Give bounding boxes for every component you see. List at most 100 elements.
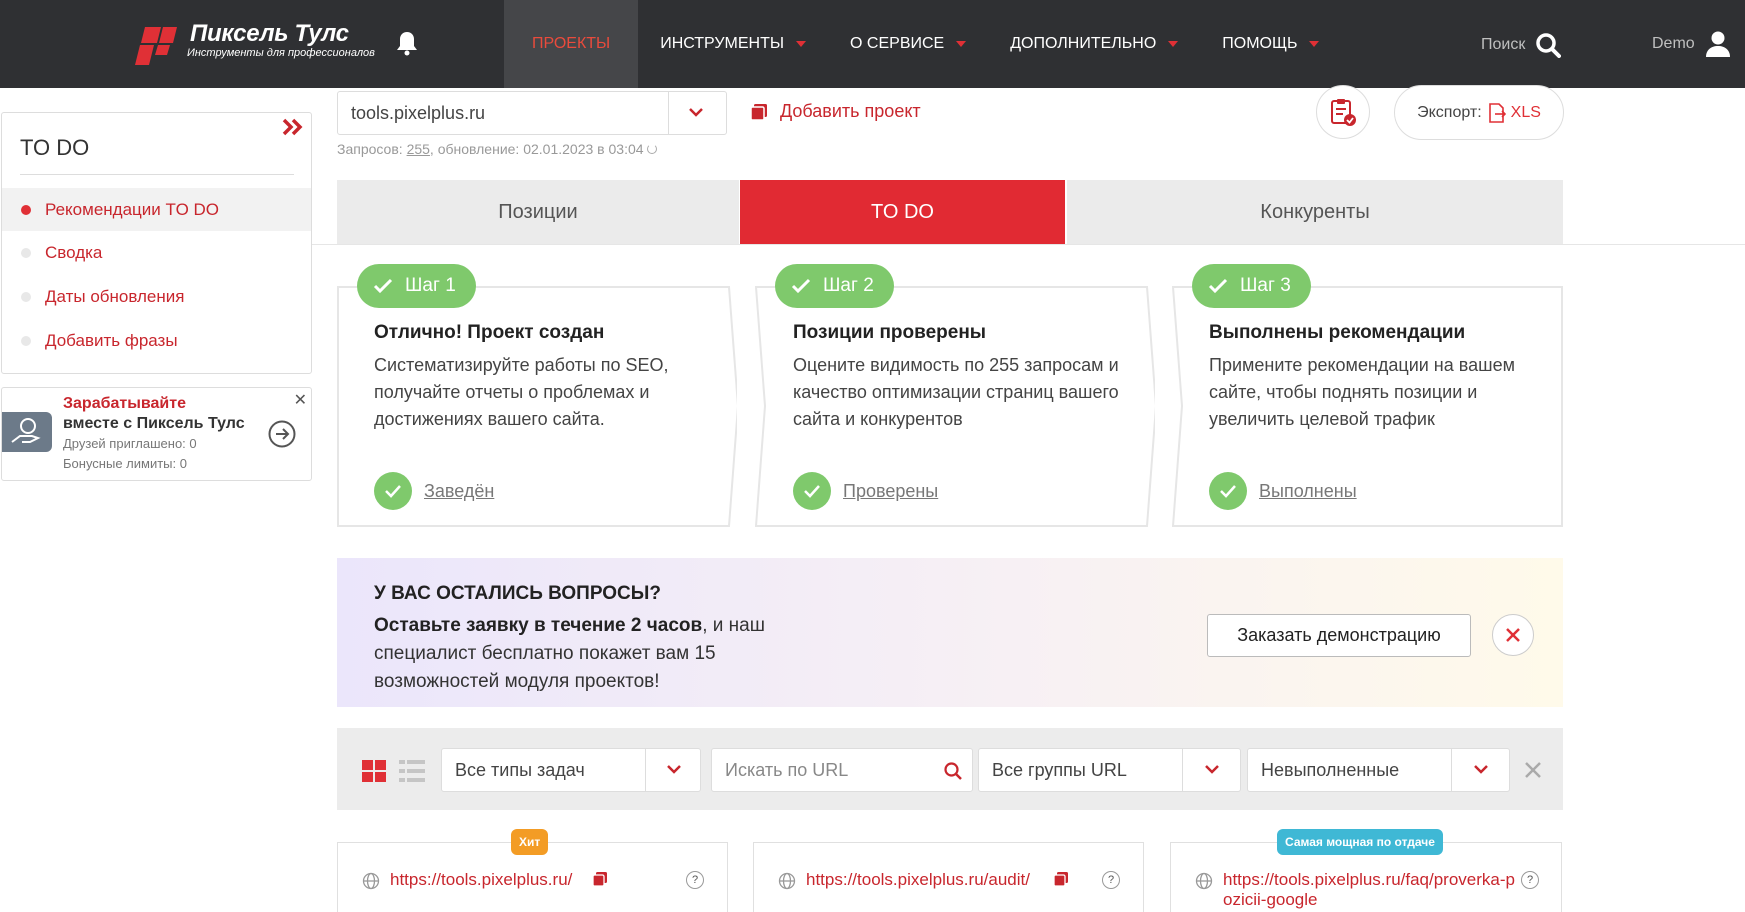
step-card-1: Шаг 1 Отлично! Проект создан Систематизи… [337,264,737,527]
copy-icon[interactable] [592,871,608,887]
tab-competitors[interactable]: Конкуренты [1067,180,1563,244]
check-icon [373,278,393,294]
caret-down-icon [796,41,807,47]
step-text: Систематизируйте работы по SEO, получайт… [374,355,669,429]
referral-bonus: Бонусные лимиты: 0 [63,456,187,471]
help-icon[interactable]: ? [1521,871,1539,889]
banner-text: Оставьте заявку в течение 2 часов, и наш… [374,615,765,692]
step-text: Оцените видимость по 255 запросам и каче… [793,355,1119,429]
project-stats: Запросов: 255, обновление: 02.01.2023 в … [337,141,658,157]
chevron-down-icon [1474,765,1488,774]
step-status[interactable]: Заведён [374,472,494,510]
referral-title[interactable]: Зарабатывайте [63,395,186,413]
order-demo-button[interactable]: Заказать демонстрацию [1207,614,1471,657]
logo-mark-icon [135,27,177,65]
add-project-button[interactable]: Добавить проект [750,101,921,122]
refresh-icon[interactable] [647,144,658,154]
demo-banner: У ВАС ОСТАЛИСЬ ВОПРОСЫ? Оставьте заявку … [337,558,1563,707]
user-icon [1705,31,1730,57]
url-card: Хит https://tools.pixelplus.ru/ ? [337,829,728,912]
nav-tools[interactable]: ИНСТРУМЕНТЫ [638,0,828,88]
search-icon [1536,33,1562,58]
user-name: Demo [1652,35,1695,52]
project-select[interactable]: tools.pixelplus.ru [337,91,727,135]
project-select-value: tools.pixelplus.ru [351,103,486,123]
header-search[interactable]: Поиск [1481,32,1562,58]
sidebar-title: TO DO [20,135,90,160]
export-button[interactable]: Экспорт: XLS [1394,85,1564,140]
globe-icon [362,872,380,890]
close-icon[interactable]: ✕ [294,390,307,410]
globe-icon [1195,872,1213,890]
sidebar-item-add-phrases[interactable]: Добавить фразы [2,319,311,362]
step-status[interactable]: Выполнены [1209,472,1357,510]
bullet-icon [21,336,31,346]
search-icon[interactable] [944,762,962,780]
export-label: Экспорт: [1417,103,1482,121]
url-search-input[interactable]: Искать по URL [711,748,973,792]
divider [645,749,646,791]
nav-help[interactable]: ПОМОЩЬ [1200,0,1341,88]
task-type-select[interactable]: Все типы задач [441,748,701,792]
file-export-icon [1488,102,1506,123]
clipboard-check-icon [1331,99,1356,126]
referral-friends: Друзей приглашено: 0 [63,436,197,451]
queries-count-link[interactable]: 255 [407,141,430,157]
clear-filters-icon[interactable] [1524,761,1542,779]
logo-subtitle: Инструменты для профессионалов [187,47,375,59]
card-tag-top: Самая мощная по отдаче [1277,829,1443,855]
caret-down-icon [1309,41,1320,47]
check-circle-icon [1209,472,1247,510]
card-tag-hit: Хит [511,829,549,855]
divider [20,174,294,175]
export-xls-link[interactable]: XLS [1488,102,1541,123]
copy-icon[interactable] [1053,871,1069,887]
step-badge: Шаг 1 [357,264,476,308]
money-hand-icon [2,412,52,452]
card-url-link[interactable]: https://tools.pixelplus.ru/ [390,870,572,890]
card-url-link[interactable]: https://tools.pixelplus.ru/faq/proverka-… [1223,870,1523,910]
tab-positions[interactable]: Позиции [337,180,739,244]
divider [1182,749,1183,791]
grid-view-icon[interactable] [362,760,386,782]
caret-down-icon [1168,41,1179,47]
sidebar-item-update-dates[interactable]: Даты обновления [2,275,311,318]
step-card-3: Шаг 3 Выполнены рекомендации Примените р… [1172,264,1564,527]
sidebar-item-summary[interactable]: Сводка [2,231,311,274]
step-title: Позиции проверены [793,322,987,343]
help-icon[interactable]: ? [686,871,704,889]
double-chevron-right-icon[interactable] [281,117,305,137]
banner-close-button[interactable] [1492,614,1534,656]
divider [1451,749,1452,791]
list-view-icon[interactable] [399,760,425,782]
arrow-right-circle-icon[interactable] [268,420,296,448]
help-icon[interactable]: ? [1102,871,1120,889]
status-select[interactable]: Невыполненные [1247,748,1510,792]
clipboard-check-button[interactable] [1316,85,1370,139]
main-nav: ПРОЕКТЫ ИНСТРУМЕНТЫ О СЕРВИСЕ ДОПОЛНИТЕЛ… [504,0,1341,88]
url-card: Самая мощная по отдаче https://tools.pix… [1170,829,1562,912]
user-menu[interactable]: Demo [1652,30,1731,58]
nav-projects[interactable]: ПРОЕКТЫ [504,0,639,88]
sidebar: TO DO Рекомендации TO DO Сводка Даты обн… [1,112,312,374]
step-text: Примените рекомендации на вашем сайте, ч… [1209,355,1515,429]
url-groups-select[interactable]: Все группы URL [978,748,1241,792]
step-status[interactable]: Проверены [793,472,938,510]
check-circle-icon [793,472,831,510]
logo-title: Пиксель Тулс [190,20,349,47]
nav-more[interactable]: ДОПОЛНИТЕЛЬНО [988,0,1200,88]
bell-icon[interactable] [396,30,418,56]
logo[interactable]: Пиксель Тулс Инструменты для профессиона… [135,20,375,70]
nav-about[interactable]: О СЕРВИСЕ [828,0,988,88]
step-badge: Шаг 2 [775,264,894,308]
check-icon [1208,278,1228,294]
sidebar-item-recommendations[interactable]: Рекомендации TO DO [2,188,311,231]
card-url-link[interactable]: https://tools.pixelplus.ru/audit/ [806,870,1030,890]
bullet-icon [21,292,31,302]
step-title: Отлично! Проект создан [374,322,605,343]
divider [312,244,1745,245]
step-card-2: Шаг 2 Позиции проверены Оцените видимост… [755,264,1155,527]
chevron-down-icon [667,765,681,774]
tab-todo[interactable]: TO DO [740,180,1065,244]
chevron-down-icon [1205,765,1219,774]
